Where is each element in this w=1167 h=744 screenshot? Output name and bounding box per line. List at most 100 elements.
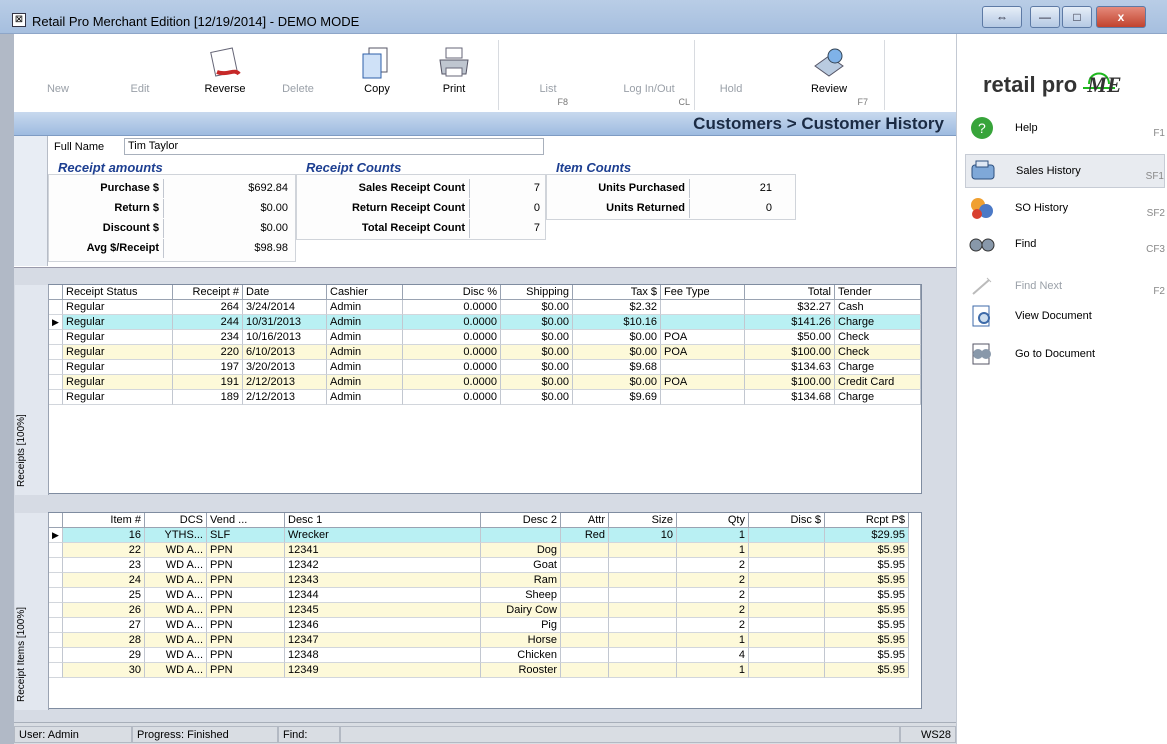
item-cell[interactable]: 12341 — [285, 543, 481, 558]
item-cell[interactable]: PPN — [207, 618, 285, 633]
item-cell[interactable]: 27 — [63, 618, 145, 633]
new-button[interactable]: New — [28, 34, 88, 114]
item-cell[interactable]: $5.95 — [825, 618, 909, 633]
receipt-cell[interactable]: 234 — [173, 330, 243, 345]
receipt-cell[interactable]: 191 — [173, 375, 243, 390]
side-find[interactable]: Find CF3 — [965, 228, 1165, 262]
receipt-cell[interactable]: Admin — [327, 360, 403, 375]
item-cell[interactable]: $29.95 — [825, 528, 909, 543]
item-cell[interactable] — [749, 528, 825, 543]
receipt-cell[interactable]: $134.63 — [745, 360, 835, 375]
receipt-cell[interactable]: 10/31/2013 — [243, 315, 327, 330]
receipt-cell[interactable]: $100.00 — [745, 375, 835, 390]
receipt-cell[interactable]: Charge — [835, 315, 921, 330]
close-button[interactable]: x — [1096, 6, 1146, 28]
item-cell[interactable]: 2 — [677, 573, 749, 588]
item-cell[interactable]: 23 — [63, 558, 145, 573]
item-row-indicator[interactable] — [49, 543, 63, 558]
receipt-cell[interactable]: 6/10/2013 — [243, 345, 327, 360]
receipt-cell[interactable] — [661, 300, 745, 315]
item-cell[interactable]: SLF — [207, 528, 285, 543]
item-cell[interactable]: PPN — [207, 633, 285, 648]
receipt-cell[interactable]: $9.69 — [573, 390, 661, 405]
receipt-cell[interactable]: Charge — [835, 360, 921, 375]
receipts-grid[interactable]: Receipts [100%] Receipt Status Receipt # Da… — [15, 284, 922, 495]
receipt-cell[interactable]: 189 — [173, 390, 243, 405]
receipt-cell[interactable]: $0.00 — [501, 345, 573, 360]
full-name-field[interactable]: Tim Taylor — [124, 138, 544, 155]
item-cell[interactable] — [609, 663, 677, 678]
receipt-cell[interactable]: Admin — [327, 390, 403, 405]
item-cell[interactable]: PPN — [207, 603, 285, 618]
item-cell[interactable]: Wrecker — [285, 528, 481, 543]
receipt-cell[interactable]: $0.00 — [573, 375, 661, 390]
receipt-cell[interactable] — [661, 360, 745, 375]
app-icon[interactable]: ⊠ — [12, 13, 26, 27]
item-col-header[interactable]: Desc 2 — [481, 513, 561, 528]
item-cell[interactable] — [749, 633, 825, 648]
item-cell[interactable]: 24 — [63, 573, 145, 588]
item-row-indicator[interactable] — [49, 573, 63, 588]
item-cell[interactable]: 12345 — [285, 603, 481, 618]
item-cell[interactable] — [481, 528, 561, 543]
list-button[interactable]: List F8 — [522, 34, 574, 114]
item-cell[interactable]: 12342 — [285, 558, 481, 573]
item-cell[interactable]: PPN — [207, 558, 285, 573]
receipt-col-header[interactable]: Total — [745, 285, 835, 300]
receipt-cell[interactable] — [661, 390, 745, 405]
item-cell[interactable] — [561, 543, 609, 558]
receipt-col-header[interactable]: Fee Type — [661, 285, 745, 300]
receipt-cell[interactable]: $100.00 — [745, 345, 835, 360]
reverse-button[interactable]: Reverse — [186, 34, 264, 114]
item-cell[interactable]: 2 — [677, 588, 749, 603]
item-cell[interactable]: WD A... — [145, 618, 207, 633]
item-cell[interactable]: $5.95 — [825, 663, 909, 678]
receipt-cell[interactable]: 2/12/2013 — [243, 375, 327, 390]
item-cell[interactable] — [561, 663, 609, 678]
receipt-cell[interactable]: POA — [661, 345, 745, 360]
item-cell[interactable]: 1 — [677, 663, 749, 678]
item-col-header[interactable]: Size — [609, 513, 677, 528]
item-row-indicator[interactable] — [49, 618, 63, 633]
item-cell[interactable]: 1 — [677, 528, 749, 543]
receipt-col-header[interactable]: Receipt Status — [63, 285, 173, 300]
receipt-row-indicator[interactable] — [49, 330, 63, 345]
receipt-cell[interactable]: $141.26 — [745, 315, 835, 330]
receipt-cell[interactable]: Check — [835, 330, 921, 345]
receipt-cell[interactable]: 220 — [173, 345, 243, 360]
receipt-cell[interactable]: Regular — [63, 300, 173, 315]
receipt-cell[interactable]: $50.00 — [745, 330, 835, 345]
item-col-header[interactable]: Qty — [677, 513, 749, 528]
item-cell[interactable]: WD A... — [145, 573, 207, 588]
receipt-cell[interactable]: POA — [661, 375, 745, 390]
item-cell[interactable] — [609, 618, 677, 633]
receipt-vertical-tab[interactable]: Receipts [100%] — [15, 285, 49, 495]
item-cell[interactable]: 25 — [63, 588, 145, 603]
edit-button[interactable]: Edit — [110, 34, 170, 114]
item-cell[interactable] — [609, 633, 677, 648]
receipt-cell[interactable]: 197 — [173, 360, 243, 375]
receipt-cell[interactable]: Regular — [63, 330, 173, 345]
item-cell[interactable]: Rooster — [481, 663, 561, 678]
items-grid[interactable]: Receipt Items [100%] Item # DCS Vend ... Des… — [15, 512, 922, 710]
receipt-cell[interactable]: POA — [661, 330, 745, 345]
item-row-indicator[interactable] — [49, 633, 63, 648]
item-cell[interactable]: 12349 — [285, 663, 481, 678]
item-cell[interactable]: Pig — [481, 618, 561, 633]
receipt-cell[interactable]: 264 — [173, 300, 243, 315]
review-button[interactable]: Review F7 — [784, 34, 874, 114]
item-cell[interactable]: 12348 — [285, 648, 481, 663]
receipt-row-indicator[interactable] — [49, 390, 63, 405]
receipt-cell[interactable]: Admin — [327, 375, 403, 390]
item-cell[interactable]: PPN — [207, 588, 285, 603]
side-find-next[interactable]: Find Next F2 — [965, 270, 1165, 304]
item-cell[interactable]: 1 — [677, 633, 749, 648]
item-cell[interactable] — [609, 558, 677, 573]
item-cell[interactable]: 29 — [63, 648, 145, 663]
item-cell[interactable]: $5.95 — [825, 543, 909, 558]
item-cell[interactable]: 28 — [63, 633, 145, 648]
receipt-cell[interactable]: 0.0000 — [403, 300, 501, 315]
item-cell[interactable]: PPN — [207, 573, 285, 588]
item-cell[interactable]: 2 — [677, 603, 749, 618]
item-cell[interactable]: 2 — [677, 618, 749, 633]
